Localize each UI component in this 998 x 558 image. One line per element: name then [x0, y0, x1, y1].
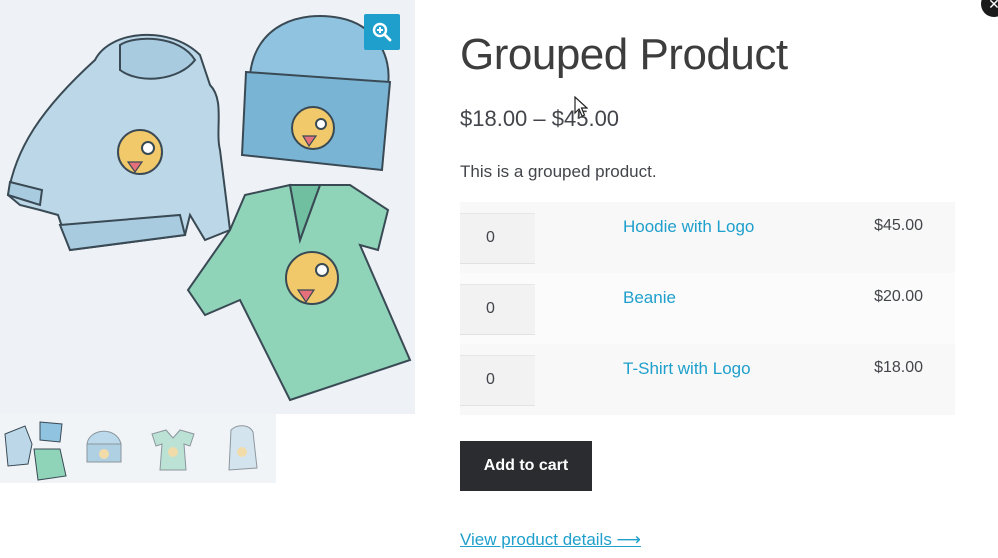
quantity-input-beanie[interactable]: [460, 284, 535, 335]
thumbnail-tshirt[interactable]: [138, 414, 207, 483]
grouped-products-table: Hoodie with Logo $45.00 Beanie $20.00 T-…: [460, 202, 955, 415]
product-link-beanie[interactable]: Beanie: [623, 288, 676, 308]
close-icon: ✕: [988, 0, 998, 12]
product-description: This is a grouped product.: [460, 162, 657, 181]
zoom-button[interactable]: [364, 14, 400, 50]
product-price-tshirt: $18.00: [874, 359, 923, 376]
quantity-input-hoodie[interactable]: [460, 213, 535, 264]
hoodie-illustration: [6, 34, 232, 252]
add-to-cart-button[interactable]: Add to cart: [460, 441, 592, 491]
product-price-beanie: $20.00: [874, 288, 923, 305]
hoodie-thumb-image: [228, 425, 258, 471]
beanie-thumb-image: [86, 430, 122, 463]
product-main-image[interactable]: [0, 0, 415, 414]
gallery-thumbnails: [0, 414, 276, 483]
table-row: T-Shirt with Logo $18.00: [460, 344, 955, 415]
thumbnail-hoodie[interactable]: [207, 414, 276, 483]
table-row: Beanie $20.00: [460, 273, 955, 344]
product-price-range: $18.00 – $45.00: [460, 106, 620, 131]
product-link-hoodie[interactable]: Hoodie with Logo: [623, 217, 754, 237]
product-title: Grouped Product: [460, 30, 788, 79]
grouped-thumb-image: [4, 421, 67, 481]
product-illustration: [6, 14, 412, 402]
table-row: Hoodie with Logo $45.00: [460, 202, 955, 273]
mouse-cursor-icon: [574, 96, 588, 117]
thumbnail-grouped-product[interactable]: [0, 414, 69, 483]
product-price-hoodie: $45.00: [874, 217, 923, 234]
tshirt-thumb-image: [151, 429, 195, 471]
quantity-input-tshirt[interactable]: [460, 355, 535, 406]
zoom-in-icon: [372, 22, 392, 42]
close-button[interactable]: ✕: [981, 0, 998, 17]
product-link-tshirt[interactable]: T-Shirt with Logo: [623, 359, 751, 379]
thumbnail-beanie[interactable]: [69, 414, 138, 483]
view-product-details-link[interactable]: View product details ⟶: [460, 530, 641, 550]
